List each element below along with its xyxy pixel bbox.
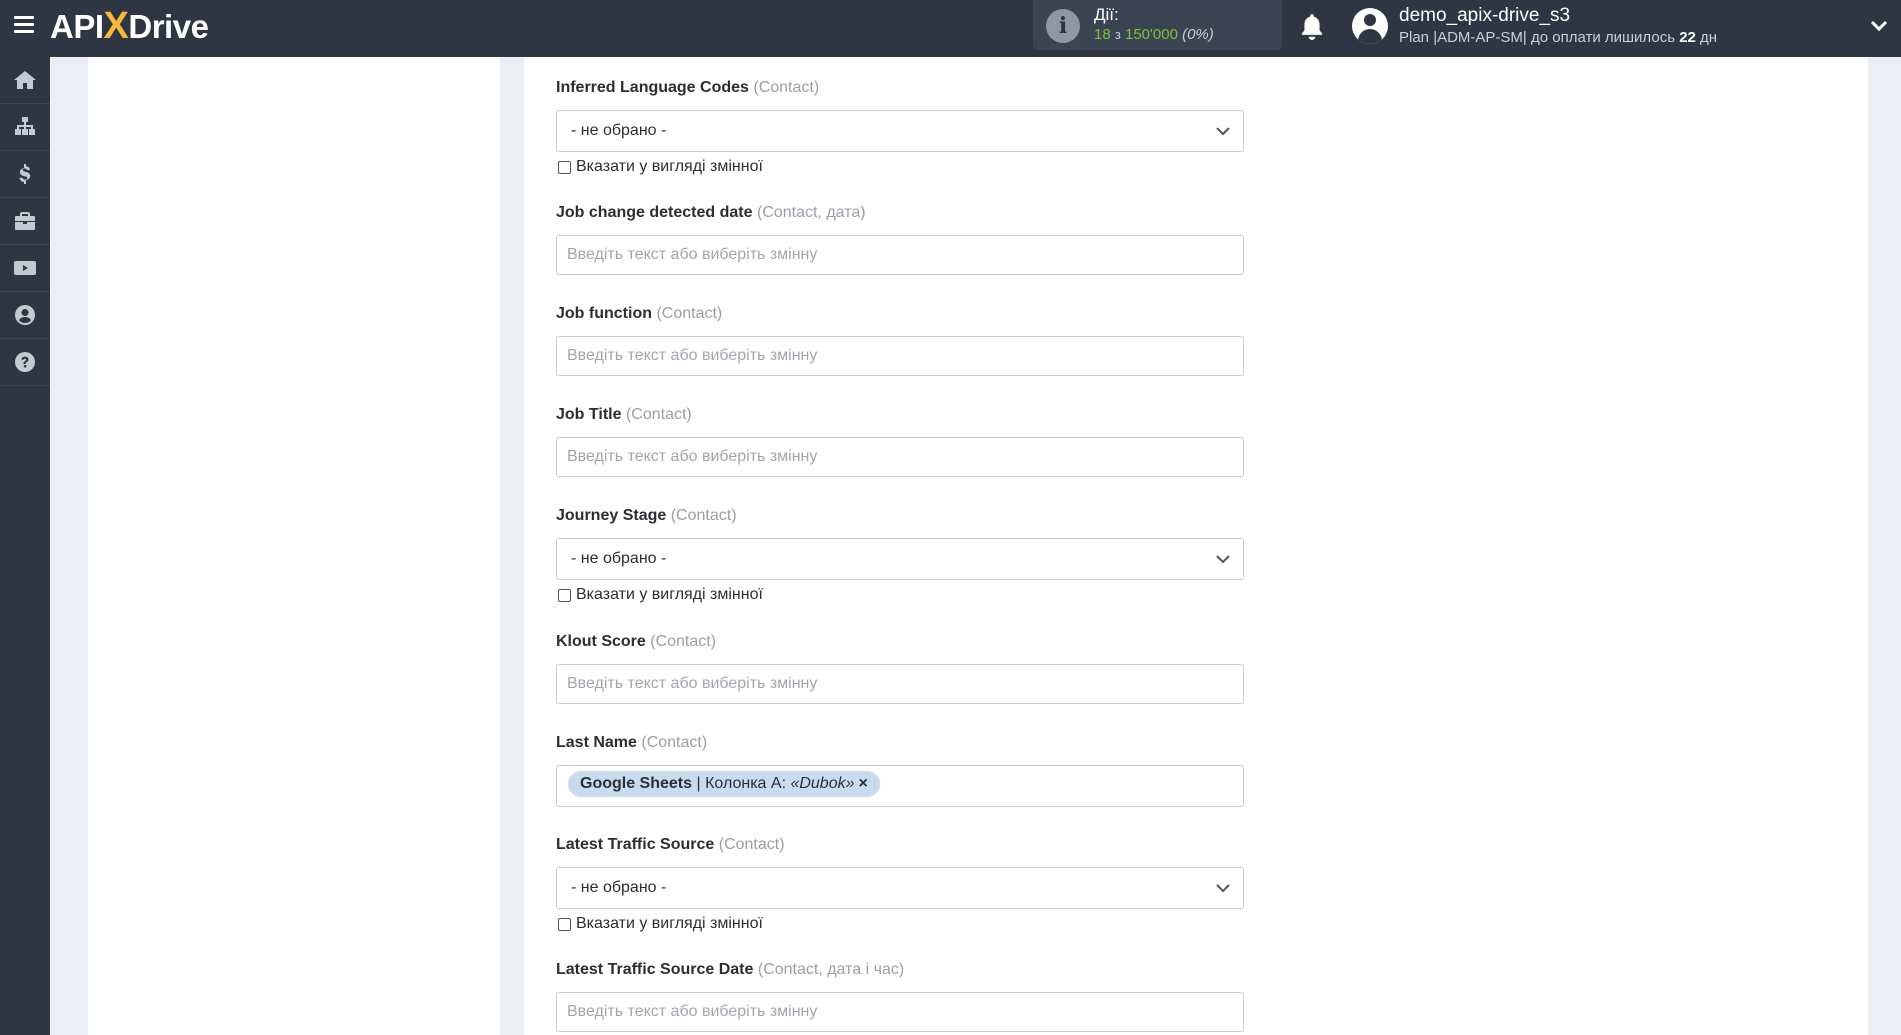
field-label: Latest Traffic Source Date (Contact, дат… [556,961,905,978]
user-circle-icon [15,305,35,325]
sidebar-item-billing[interactable] [0,151,50,198]
field-label: Klout Score (Contact) [556,633,717,650]
top-bar: APIXDrive i Дії: 18 з 150'000 (0%) demo_… [0,0,1901,57]
job-change-detected-date-input[interactable]: Введіть текст або виберіть змінну [556,235,1244,275]
help-icon [15,352,35,372]
youtube-icon [14,261,36,275]
left-panel [88,57,500,1035]
field-label: Latest Traffic Source (Contact) [556,836,785,853]
sitemap-icon [15,117,35,135]
chevron-down-icon [1216,555,1230,564]
variable-checkbox-row[interactable]: Вказати у вигляді змінної [556,585,1244,605]
sidebar-item-help[interactable] [0,339,50,386]
field-journey-stage: Journey Stage (Contact) - не обрано - Вк… [556,506,1244,605]
variable-checkbox[interactable] [558,588,571,602]
field-klout-score: Klout Score (Contact) Введіть текст або … [556,632,1244,704]
variable-checkbox-row[interactable]: Вказати у вигляді змінної [556,914,1244,934]
chevron-down-icon [1216,127,1230,136]
info-icon: i [1046,9,1080,43]
latest-traffic-source-select[interactable]: - не обрано - [556,867,1244,909]
actions-count: 18 з 150'000 (0%) [1094,26,1214,43]
user-name[interactable]: demo_apix-drive_s3 [1399,5,1570,27]
dollar-icon [19,164,31,184]
sidebar-item-connections[interactable] [0,104,50,151]
field-latest-traffic-source-date: Latest Traffic Source Date (Contact, дат… [556,960,1244,1032]
last-name-input[interactable]: Google Sheets | Колонка А: «Dubok» × [556,765,1244,807]
actions-label: Дії: [1094,5,1119,24]
field-label: Last Name (Contact) [556,734,708,751]
apix-drive-logo[interactable]: APIXDrive [50,6,209,47]
variable-checkbox[interactable] [558,160,571,174]
field-job-title: Job Title (Contact) Введіть текст або ви… [556,405,1244,477]
avatar[interactable] [1352,8,1388,44]
field-label: Inferred Language Codes (Contact) [556,79,820,96]
field-latest-traffic-source: Latest Traffic Source (Contact) - не обр… [556,835,1244,934]
home-icon [14,71,36,89]
field-label: Job Title (Contact) [556,406,692,423]
field-label: Job change detected date (Contact, дата) [556,204,866,221]
job-function-input[interactable]: Введіть текст або виберіть змінну [556,336,1244,376]
field-last-name: Last Name (Contact) Google Sheets | Коло… [556,733,1244,807]
job-title-input[interactable]: Введіть текст або виберіть змінну [556,437,1244,477]
bell-icon[interactable] [1299,13,1325,41]
field-label: Job function (Contact) [556,305,723,322]
actions-counter[interactable]: i Дії: 18 з 150'000 (0%) [1033,0,1282,50]
sidebar-item-video[interactable] [0,245,50,292]
field-inferred-language-codes: Inferred Language Codes (Contact) - не о… [556,78,1244,177]
sidebar-item-account[interactable] [0,292,50,339]
variable-checkbox[interactable] [558,917,571,931]
remove-tag-icon[interactable]: × [859,775,868,792]
latest-traffic-source-date-input[interactable]: Введіть текст або виберіть змінну [556,992,1244,1032]
variable-checkbox-row[interactable]: Вказати у вигляді змінної [556,157,1244,177]
sidebar-item-projects[interactable] [0,198,50,245]
chevron-down-icon [1216,884,1230,893]
klout-score-input[interactable]: Введіть текст або виберіть змінну [556,664,1244,704]
field-job-function: Job function (Contact) Введіть текст або… [556,304,1244,376]
journey-stage-select[interactable]: - не обрано - [556,538,1244,580]
sidebar-item-home[interactable] [0,57,50,104]
sidebar [0,57,50,1035]
chevron-down-icon[interactable] [1870,17,1888,35]
hamburger-menu-icon[interactable] [14,16,34,34]
inferred-language-codes-select[interactable]: - не обрано - [556,110,1244,152]
briefcase-icon [15,212,35,230]
user-plan: Plan |ADM-AP-SM| до оплати лишилось 22 д… [1399,29,1718,46]
variable-tag[interactable]: Google Sheets | Колонка А: «Dubok» × [568,771,880,797]
field-job-change-detected-date: Job change detected date (Contact, дата)… [556,203,1244,275]
field-label: Journey Stage (Contact) [556,507,737,524]
